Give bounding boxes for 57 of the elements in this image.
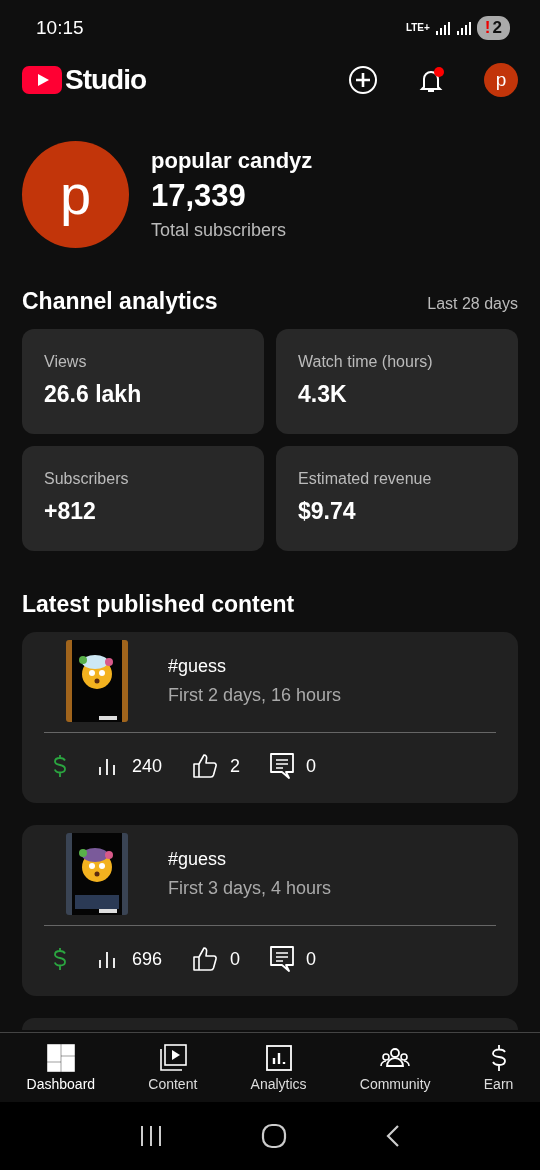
video-period: First 3 days, 4 hours	[168, 878, 332, 899]
thumbs-up-icon	[192, 753, 219, 779]
metric-value: +812	[44, 498, 97, 525]
comment-count: 0	[306, 755, 317, 777]
dollar-icon	[52, 753, 68, 779]
nav-tab[interactable]: Content	[148, 1043, 198, 1092]
home-icon[interactable]	[261, 1123, 287, 1149]
nav-tab[interactable]: Analytics	[250, 1043, 307, 1092]
signal-icon	[455, 20, 472, 35]
comment-count: 0	[306, 948, 317, 970]
section-title: Latest published content	[22, 591, 295, 617]
status-time: 10:15	[36, 16, 84, 39]
dollar-icon	[52, 946, 68, 972]
comment-icon	[270, 946, 295, 972]
account-avatar[interactable]: p	[484, 63, 518, 97]
view-count: 240	[132, 755, 163, 777]
signal-icon	[434, 20, 451, 35]
section-title: Channel analytics	[22, 288, 218, 315]
metric-label: Subscribers	[44, 470, 130, 488]
recent-apps-icon[interactable]	[139, 1125, 163, 1147]
period-label: Last 28 days	[427, 295, 518, 313]
channel-avatar: p	[22, 141, 129, 248]
nav-tab[interactable]: Dashboard	[26, 1043, 96, 1092]
back-icon[interactable]	[385, 1124, 401, 1148]
subscriber-label: Total subscribers	[151, 220, 288, 241]
create-icon[interactable]	[348, 65, 378, 95]
content-card[interactable]: #guess First 2 days, 16 hours 240 2 0	[22, 632, 518, 803]
video-title: #guess	[168, 656, 228, 677]
metric-card[interactable]: Watch time (hours) 4.3K	[276, 329, 518, 434]
comment-icon	[270, 753, 295, 779]
metric-card[interactable]: Estimated revenue $9.74	[276, 446, 518, 551]
nav-tab[interactable]: Earn	[483, 1043, 514, 1092]
network-label: LTE+	[405, 22, 430, 33]
channel-name: popular candyz	[151, 148, 313, 174]
like-count: 2	[230, 755, 241, 777]
metric-value: 26.6 lakh	[44, 381, 143, 408]
metric-card[interactable]: Views 26.6 lakh	[22, 329, 264, 434]
view-count: 696	[132, 948, 163, 970]
content-card[interactable]: #guess First 3 days, 4 hours 696 0 0	[22, 825, 518, 996]
video-period: First 2 days, 16 hours	[168, 685, 342, 706]
like-count: 0	[230, 948, 241, 970]
video-title: #guess	[168, 849, 228, 870]
subscriber-count: 17,339	[151, 178, 247, 214]
dashboard-icon	[46, 1043, 75, 1072]
notification-pill: !2	[476, 15, 510, 40]
nav-tab[interactable]: Community	[359, 1043, 431, 1092]
bar-chart-icon	[264, 1043, 293, 1072]
metric-label: Watch time (hours)	[298, 353, 434, 371]
video-library-icon	[158, 1043, 187, 1072]
thumbs-up-icon	[192, 946, 219, 972]
app-title: Studio	[65, 64, 147, 96]
metric-value: $9.74	[298, 498, 357, 525]
metric-label: Views	[44, 353, 88, 371]
metric-label: Estimated revenue	[298, 470, 433, 488]
metric-value: 4.3K	[298, 381, 348, 408]
play-logo-icon	[22, 66, 62, 94]
metric-card[interactable]: Subscribers +812	[22, 446, 264, 551]
